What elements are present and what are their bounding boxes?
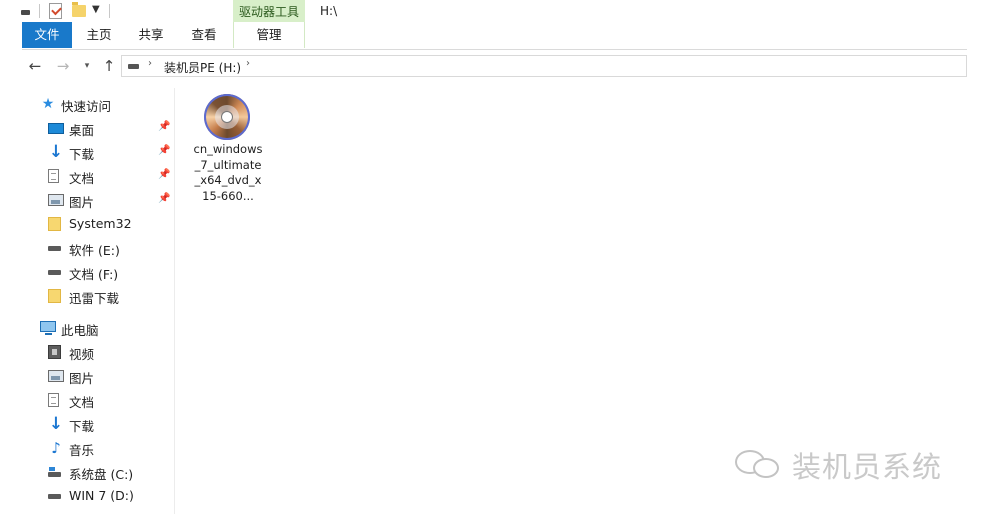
sidebar-item-music[interactable]: ♪ 音乐 [0,436,174,460]
pin-icon[interactable]: 📌 [158,121,170,132]
sidebar-item-label: 文档 [69,395,95,410]
sidebar-item-quick-access[interactable]: ★ 快速访问 [0,92,174,116]
tab-home[interactable]: 主页 [74,22,124,48]
title-bar: ▼ 驱动器工具 H:\ [0,0,990,22]
sidebar-item-label: 快速访问 [61,99,112,114]
sidebar-item-downloads[interactable]: ↓ 下载 📌 [0,140,174,164]
picture-icon [48,370,64,382]
pin-icon[interactable]: 📌 [158,145,170,156]
recent-locations-chevron-icon[interactable]: ▾ [80,53,94,79]
picture-icon [48,194,64,206]
pin-icon[interactable]: 📌 [158,193,170,204]
customize-quick-access-chevron-icon[interactable]: ▼ [92,4,100,15]
download-icon: ↓ [48,414,64,434]
drive-icon [20,7,32,16]
drive-icon [48,270,64,276]
sidebar-item-label: WIN 7 (D:) [69,488,134,503]
sidebar-item-downloads[interactable]: ↓ 下载 [0,412,174,436]
sidebar-item-drive-c[interactable]: 系统盘 (C:) [0,460,174,484]
tab-share[interactable]: 共享 [126,22,176,48]
breadcrumb-chevron-icon[interactable]: › [148,58,152,69]
drive-icon [128,63,140,70]
sidebar-item-label: System32 [69,216,132,231]
document-icon [48,393,59,407]
sidebar-item-label: 文档 [69,171,95,186]
desktop-icon [48,123,64,134]
sidebar-item-label: 下载 [69,419,95,434]
address-bar[interactable]: › 装机员PE (H:) › [121,55,967,77]
drive-icon [48,246,64,252]
up-arrow-icon[interactable]: ↑ [100,53,118,79]
window-title: H:\ [320,4,338,18]
sidebar-item-label: 图片 [69,195,95,210]
document-icon [48,169,59,183]
computer-icon [40,321,56,335]
sidebar-item-label: 图片 [69,371,95,386]
properties-icon[interactable] [49,3,62,19]
tab-view[interactable]: 查看 [178,22,230,48]
sidebar-item-system32[interactable]: System32 [0,212,174,236]
toolbar-divider [109,4,110,18]
sidebar-item-label: 此电脑 [61,323,99,338]
sidebar-item-videos[interactable]: 视频 [0,340,174,364]
sidebar-item-thunder-downloads[interactable]: 迅雷下载 [0,284,174,308]
ribbon-tabs: 文件 主页 共享 查看 管理 [0,22,990,48]
star-icon: ★ [41,96,55,112]
sidebar-item-label: 软件 (E:) [69,243,120,258]
folder-icon [48,289,61,303]
tab-manage[interactable]: 管理 [233,22,305,48]
sidebar-item-desktop[interactable]: 桌面 📌 [0,116,174,140]
wechat-logo-icon [735,448,785,480]
sidebar-item-documents[interactable]: 文档 📌 [0,164,174,188]
file-item[interactable]: cn_windows_7_ultimate_x64_dvd_x15-660... [190,90,265,215]
sidebar-item-documents[interactable]: 文档 [0,388,174,412]
video-icon [48,345,61,359]
drive-tools-context-label: 驱动器工具 [233,0,305,22]
sidebar-item-label: 文档 (F:) [69,267,119,282]
new-folder-icon[interactable] [72,2,86,17]
navigation-bar: ← → ▾ ↑ › 装机员PE (H:) › [0,53,990,79]
disc-image-icon [204,94,250,140]
drive-icon [48,494,64,500]
navigation-pane: ★ 快速访问 桌面 📌 ↓ 下载 📌 文档 📌 图片 📌 System32 软件… [0,88,175,514]
pin-icon[interactable]: 📌 [158,169,170,180]
ribbon-divider [22,49,967,50]
sidebar-item-this-pc[interactable]: 此电脑 [0,316,174,340]
back-arrow-icon[interactable]: ← [26,53,44,79]
sidebar-item-drive-f[interactable]: 文档 (F:) [0,260,174,284]
sidebar-item-label: 视频 [69,347,95,362]
sidebar-item-label: 音乐 [69,443,95,458]
breadcrumb-location[interactable]: 装机员PE (H:) [164,59,241,76]
sidebar-item-label: 桌面 [69,123,95,138]
music-icon: ♪ [51,439,61,457]
watermark-text: 装机员系统 [792,450,943,484]
download-icon: ↓ [48,142,64,162]
system-drive-icon [48,467,64,477]
sidebar-item-label: 系统盘 (C:) [69,467,134,482]
sidebar-item-label: 下载 [69,147,95,162]
toolbar-divider [39,4,40,18]
file-name: cn_windows_7_ultimate_x64_dvd_x15-660... [193,142,263,203]
tab-file[interactable]: 文件 [22,22,72,48]
sidebar-item-pictures[interactable]: 图片 [0,364,174,388]
breadcrumb-chevron-icon[interactable]: › [246,58,250,69]
sidebar-item-pictures[interactable]: 图片 📌 [0,188,174,212]
sidebar-item-drive-e[interactable]: 软件 (E:) [0,236,174,260]
sidebar-item-label: 迅雷下载 [69,291,120,306]
sidebar-item-drive-d[interactable]: WIN 7 (D:) [0,484,174,508]
forward-arrow-icon[interactable]: → [54,53,72,79]
folder-icon [48,217,61,231]
